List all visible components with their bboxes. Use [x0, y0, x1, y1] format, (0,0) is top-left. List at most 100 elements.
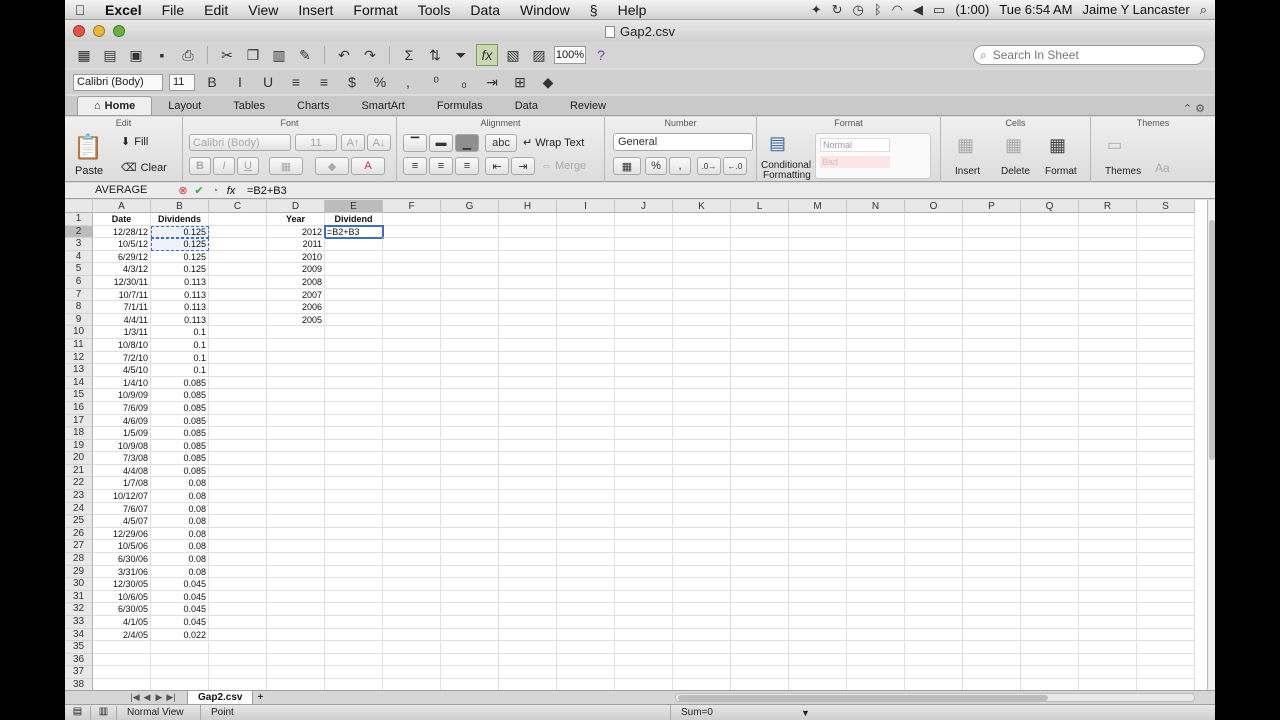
cell-a28[interactable]: 6/30/06 — [93, 553, 151, 566]
cell-p28[interactable] — [963, 553, 1021, 566]
cell-r10[interactable] — [1079, 326, 1137, 339]
paste-label[interactable]: Paste — [75, 165, 103, 177]
cell-o5[interactable] — [905, 263, 963, 276]
cell-d15[interactable] — [267, 389, 325, 402]
cell-g8[interactable] — [441, 301, 499, 314]
cell-a12[interactable]: 7/2/10 — [93, 351, 151, 365]
cell-r28[interactable] — [1079, 553, 1137, 566]
align-left-text-icon[interactable]: ≡ — [403, 157, 427, 175]
cell-e18[interactable] — [325, 427, 383, 440]
cell-o2[interactable] — [905, 225, 963, 239]
cell-m34[interactable] — [789, 628, 847, 642]
cell-i36[interactable] — [557, 653, 615, 667]
cell-a4[interactable]: 6/29/12 — [93, 250, 151, 264]
cell-m27[interactable] — [789, 540, 847, 554]
cell-i3[interactable] — [557, 238, 615, 251]
cell-b33[interactable]: 0.045 — [151, 616, 209, 629]
media-icon[interactable]: ▨ — [528, 44, 550, 66]
cell-c9[interactable] — [209, 313, 267, 327]
cell-c25[interactable] — [209, 515, 267, 528]
cell-d12[interactable] — [267, 351, 325, 365]
cell-m19[interactable] — [789, 439, 847, 453]
cell-j27[interactable] — [615, 540, 673, 554]
formula-circle-icon[interactable]: ◔ — [207, 185, 223, 197]
cell-c38[interactable] — [209, 678, 267, 690]
cell-m15[interactable] — [789, 389, 847, 402]
cell-m21[interactable] — [789, 464, 847, 478]
cell-n12[interactable] — [847, 351, 905, 365]
cell-l21[interactable] — [731, 464, 789, 478]
cell-h9[interactable] — [499, 313, 557, 327]
cell-i35[interactable] — [557, 641, 615, 654]
cell-a22[interactable]: 1/7/08 — [93, 477, 151, 491]
cell-k6[interactable] — [673, 275, 731, 289]
cell-g26[interactable] — [441, 527, 499, 541]
cell-e37[interactable] — [325, 666, 383, 679]
cell-e31[interactable] — [325, 590, 383, 604]
cell-i11[interactable] — [557, 338, 615, 352]
cell-i21[interactable] — [557, 464, 615, 478]
first-sheet-icon[interactable]: |◀ — [129, 692, 141, 703]
cell-r22[interactable] — [1079, 477, 1137, 491]
cell-s19[interactable] — [1137, 439, 1195, 453]
cell-k32[interactable] — [673, 603, 731, 616]
cell-q22[interactable] — [1021, 477, 1079, 491]
column-header-h[interactable]: H — [499, 200, 557, 213]
cell-q21[interactable] — [1021, 464, 1079, 478]
cell-p24[interactable] — [963, 502, 1021, 516]
cell-e24[interactable] — [325, 502, 383, 516]
orientation-button[interactable]: abc — [485, 134, 517, 152]
cell-f7[interactable] — [383, 288, 441, 302]
cell-n34[interactable] — [847, 628, 905, 642]
cell-c5[interactable] — [209, 263, 267, 276]
cell-b6[interactable]: 0.113 — [151, 275, 209, 289]
cell-s18[interactable] — [1137, 427, 1195, 440]
print-icon[interactable]: ⎙ — [177, 44, 199, 66]
cell-b36[interactable] — [151, 653, 209, 667]
cell-a16[interactable]: 7/6/09 — [93, 401, 151, 415]
cell-a25[interactable]: 4/5/07 — [93, 515, 151, 528]
cell-a34[interactable]: 2/4/05 — [93, 628, 151, 642]
cell-a37[interactable] — [93, 666, 151, 679]
cell-g33[interactable] — [441, 616, 499, 629]
cell-r25[interactable] — [1079, 515, 1137, 528]
tab-layout[interactable]: Layout — [152, 96, 217, 115]
percent-style-icon[interactable]: % — [645, 157, 667, 175]
row-header[interactable]: 22 — [65, 477, 93, 491]
clear-button[interactable]: ⌫ Clear — [121, 161, 167, 175]
column-header-r[interactable]: R — [1079, 200, 1137, 213]
cell-j26[interactable] — [615, 527, 673, 541]
cell-h7[interactable] — [499, 288, 557, 302]
cell-f3[interactable] — [383, 238, 441, 251]
row-header[interactable]: 6 — [65, 275, 93, 289]
cell-i13[interactable] — [557, 364, 615, 377]
cell-i32[interactable] — [557, 603, 615, 616]
cell-d31[interactable] — [267, 590, 325, 604]
cell-d25[interactable] — [267, 515, 325, 528]
cell-r38[interactable] — [1079, 678, 1137, 690]
column-header-k[interactable]: K — [673, 200, 731, 213]
cell-k22[interactable] — [673, 477, 731, 491]
cell-f8[interactable] — [383, 301, 441, 314]
cell-a33[interactable]: 4/1/05 — [93, 616, 151, 629]
cell-m23[interactable] — [789, 490, 847, 503]
cell-a13[interactable]: 4/5/10 — [93, 364, 151, 377]
cell-q13[interactable] — [1021, 364, 1079, 377]
cell-b38[interactable] — [151, 678, 209, 690]
cell-n27[interactable] — [847, 540, 905, 554]
cell-g23[interactable] — [441, 490, 499, 503]
cell-e26[interactable] — [325, 527, 383, 541]
cell-e16[interactable] — [325, 401, 383, 415]
cell-b2[interactable]: 0.125 — [151, 225, 209, 239]
toolbox-icon[interactable]: ▧ — [502, 44, 524, 66]
cell-j35[interactable] — [615, 641, 673, 654]
cell-f13[interactable] — [383, 364, 441, 377]
cell-r14[interactable] — [1079, 376, 1137, 390]
cell-p32[interactable] — [963, 603, 1021, 616]
cell-d5[interactable]: 2009 — [267, 263, 325, 276]
cell-p37[interactable] — [963, 666, 1021, 679]
cell-k13[interactable] — [673, 364, 731, 377]
cell-m32[interactable] — [789, 603, 847, 616]
cell-l35[interactable] — [731, 641, 789, 654]
borders-icon[interactable]: ⊞ — [509, 71, 531, 93]
